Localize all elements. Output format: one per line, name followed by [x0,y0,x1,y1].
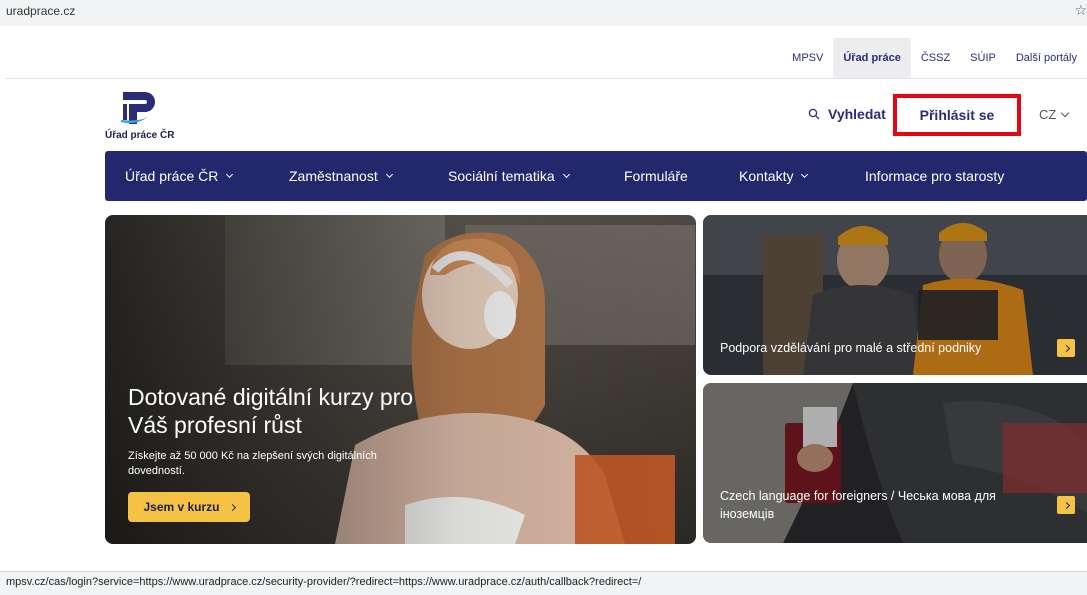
search-button[interactable]: Vyhledat [808,106,886,122]
nav-item-label: Formuláře [624,168,688,184]
page: uradprace.cz ☆ MPSV Úřad práce ČSSZ SÚIP… [0,0,1087,595]
nav-item-kontakty[interactable]: Kontakty [739,151,809,201]
star-icon[interactable]: ☆ [1074,2,1087,19]
promo-card-sme-education[interactable]: Podpora vzdělávání pro malé a střední po… [703,215,1087,375]
login-button[interactable]: Přihlásit se [893,94,1021,136]
logo-mark-icon [121,92,155,124]
chevron-down-icon [385,170,393,178]
nav-item-informace-pro-starosty[interactable]: Informace pro starosty [865,151,1004,201]
chevron-right-icon [1057,339,1075,357]
language-label: CZ [1039,107,1057,122]
chevron-down-icon [1061,108,1070,117]
nav-item-label: Kontakty [739,168,794,184]
nav-item-formulare[interactable]: Formuláře [624,151,688,201]
chevron-right-icon [1057,496,1075,514]
search-label: Vyhledat [828,106,886,122]
hero-subtitle: Získejte až 50 000 Kč na zlepšení svých … [128,450,377,477]
promo-card-label: Czech language for foreigners / Чеська м… [720,489,996,521]
chevron-down-icon [226,170,234,178]
nav-item-label: Zaměstnanost [289,168,378,184]
promo-card-label: Podpora vzdělávání pro malé a střední po… [720,341,982,355]
portal-link-other-portals[interactable]: Další portály [1006,38,1087,78]
logo-text: Úřad práce ČR [105,130,175,141]
portal-link-suip[interactable]: SÚIP [960,38,1006,78]
nav-item-urad-prace-cr[interactable]: Úřad práce ČR [125,151,234,201]
nav-item-zamestnanost[interactable]: Zaměstnanost [289,151,393,201]
portal-link-mpsv[interactable]: MPSV [782,38,833,78]
portal-link-urad-prace[interactable]: Úřad práce [833,38,911,78]
language-selector[interactable]: CZ [1039,107,1070,122]
chevron-right-icon [228,503,236,511]
hero-cta-button[interactable]: Jsem v kurzu [128,492,250,522]
hero-banner[interactable]: Dotované digitální kurzy pro Váš profesn… [105,215,696,544]
browser-status-bar: mpsv.cz/cas/login?service=https://www.ur… [0,571,1087,595]
browser-address-bar[interactable]: uradprace.cz ☆ [0,0,1087,26]
hero-title: Dotované digitální kurzy pro Váš profesn… [128,384,414,438]
nav-item-label: Informace pro starosty [865,168,1005,184]
main-navigation: Úřad práce ČR Zaměstnanost Sociální tema… [105,151,1087,201]
chevron-down-icon [801,170,809,178]
promo-card-czech-language[interactable]: Czech language for foreigners / Чеська м… [703,383,1087,543]
search-icon [808,108,820,120]
status-url: mpsv.cz/cas/login?service=https://www.ur… [6,576,642,588]
hero-cta-label: Jsem v kurzu [143,500,220,514]
portal-link-cssz[interactable]: ČSSZ [911,38,960,78]
nav-item-socialni-tematika[interactable]: Sociální tematika [448,151,570,201]
site-logo[interactable]: Úřad práce ČR [105,90,195,144]
browser-url[interactable]: uradprace.cz [6,4,75,18]
nav-item-label: Úřad práce ČR [125,168,219,184]
nav-item-label: Sociální tematika [448,168,555,184]
portal-switcher: MPSV Úřad práce ČSSZ SÚIP Další portály [782,38,1087,78]
chevron-down-icon [562,170,570,178]
header-divider [6,78,1087,79]
